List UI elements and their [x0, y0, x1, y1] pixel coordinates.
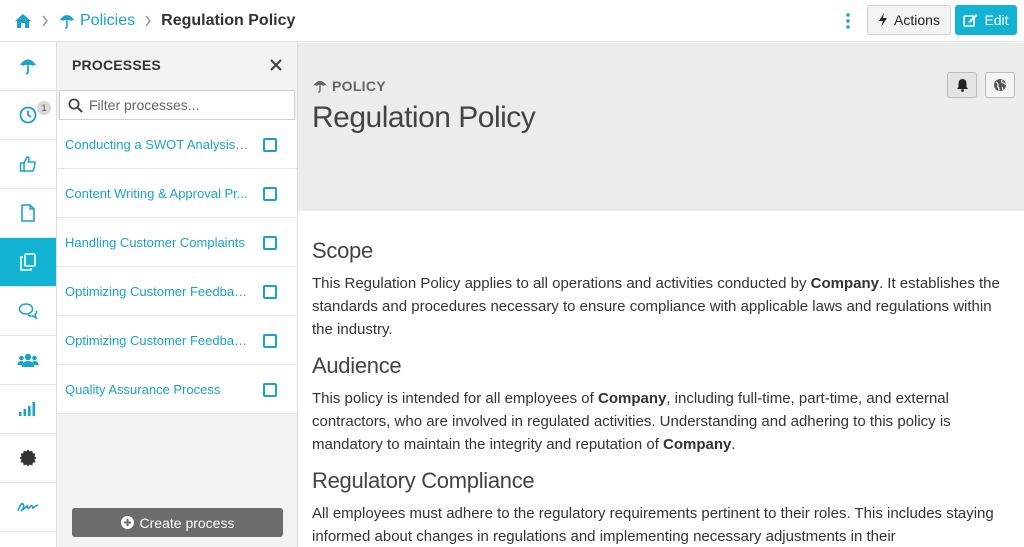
- signature-icon: [17, 500, 39, 514]
- breadcrumb-parent-label: Policies: [80, 11, 136, 29]
- chat-icon: [18, 302, 38, 320]
- publish-button[interactable]: [985, 72, 1015, 98]
- signal-icon: [18, 401, 38, 417]
- umbrella-icon: [312, 79, 328, 93]
- policy-kind-label: POLICY: [332, 78, 386, 94]
- home-icon[interactable]: [14, 12, 32, 30]
- section-heading-regulatory-compliance: Regulatory Compliance: [312, 468, 535, 493]
- policy-kind: POLICY: [312, 78, 386, 94]
- globe-icon: [993, 78, 1007, 92]
- company-name: Company: [663, 436, 732, 453]
- notification-badge: 1: [37, 101, 51, 115]
- edit-button-label: Edit: [984, 12, 1009, 28]
- file-icon: [21, 204, 35, 222]
- close-icon[interactable]: [269, 58, 283, 72]
- company-name: Company: [597, 390, 667, 407]
- processes-panel: PROCESSES Conducting a SWOT Analysis f..…: [57, 42, 298, 547]
- rail-item-analytics[interactable]: [0, 385, 56, 434]
- process-link[interactable]: Optimizing Customer Feedbac...: [65, 284, 249, 299]
- process-link[interactable]: Content Writing & Approval Pr...: [65, 186, 249, 201]
- rail-item-approvals[interactable]: [0, 140, 56, 189]
- policy-content: Scope This Regulation Policy applies to …: [312, 238, 1012, 547]
- bolt-icon: [878, 13, 888, 27]
- list-item[interactable]: Optimizing Customer Feedbac...: [57, 267, 297, 316]
- breadcrumb-current: Regulation Policy: [161, 11, 296, 29]
- process-checkbox[interactable]: [263, 138, 277, 152]
- plus-circle-icon: [120, 516, 134, 529]
- company-name: Company: [810, 275, 879, 292]
- actions-button-label: Actions: [894, 12, 940, 28]
- badge-icon: [19, 449, 37, 467]
- rail-item-certifications[interactable]: [0, 434, 56, 483]
- page-title: Regulation Policy: [312, 101, 536, 134]
- create-process-button[interactable]: Create process: [72, 508, 283, 537]
- section-paragraph-scope: This Regulation Policy applies to all op…: [312, 272, 1012, 341]
- process-link[interactable]: Quality Assurance Process: [65, 382, 249, 397]
- rail-item-history[interactable]: 1: [0, 91, 56, 140]
- left-rail: 1: [0, 42, 57, 547]
- copy-icon: [20, 253, 36, 271]
- process-checkbox[interactable]: [263, 285, 277, 299]
- process-checkbox[interactable]: [263, 334, 277, 348]
- list-item[interactable]: Conducting a SWOT Analysis f...: [57, 120, 297, 169]
- create-process-label: Create process: [139, 514, 235, 531]
- process-link[interactable]: Optimizing Customer Feedbac...: [65, 333, 249, 348]
- list-item[interactable]: Handling Customer Complaints: [57, 218, 297, 267]
- panel-header: PROCESSES: [57, 42, 297, 88]
- edit-icon: [963, 13, 978, 27]
- process-checkbox[interactable]: [263, 187, 277, 201]
- edit-button[interactable]: Edit: [955, 5, 1017, 35]
- filter-box: [59, 90, 295, 120]
- process-link[interactable]: Handling Customer Complaints: [65, 235, 249, 250]
- paragraph-text: .: [731, 436, 736, 453]
- list-item[interactable]: Content Writing & Approval Pr...: [57, 169, 297, 218]
- process-checkbox[interactable]: [263, 236, 277, 250]
- section-heading-scope: Scope: [312, 238, 373, 263]
- rail-item-policies[interactable]: [0, 42, 56, 91]
- actions-button[interactable]: Actions: [867, 5, 951, 35]
- process-link[interactable]: Conducting a SWOT Analysis f...: [65, 137, 249, 152]
- filter-processes-input[interactable]: [89, 97, 289, 113]
- section-heading-audience: Audience: [312, 353, 402, 378]
- rail-item-processes[interactable]: [0, 238, 56, 287]
- search-icon: [68, 98, 83, 113]
- bell-icon: [956, 78, 969, 92]
- umbrella-icon: [58, 13, 76, 29]
- process-checkbox[interactable]: [263, 383, 277, 397]
- paragraph-text: This Regulation Policy applies to all op…: [312, 275, 811, 292]
- chevron-right-icon: [41, 15, 49, 27]
- rail-item-signatures[interactable]: [0, 483, 56, 532]
- rail-item-comments[interactable]: [0, 287, 56, 336]
- paragraph-text: This policy is intended for all employee…: [312, 390, 598, 407]
- users-icon: [17, 352, 39, 368]
- clock-icon: [19, 106, 37, 124]
- notifications-button[interactable]: [947, 72, 977, 98]
- thumbs-up-icon: [19, 155, 37, 173]
- top-bar: Policies Regulation Policy Actions Edit: [0, 0, 1024, 42]
- policy-header: POLICY Regulation Policy: [298, 43, 1024, 211]
- chevron-right-icon: [144, 15, 152, 27]
- list-item[interactable]: Optimizing Customer Feedbac...: [57, 316, 297, 365]
- rail-item-people[interactable]: [0, 336, 56, 385]
- section-paragraph-audience: This policy is intended for all employee…: [312, 387, 1012, 456]
- umbrella-icon: [18, 57, 38, 75]
- process-list: Conducting a SWOT Analysis f... Content …: [57, 120, 297, 414]
- paragraph-text: All employees must adhere to the regulat…: [312, 505, 994, 545]
- breadcrumb-policies-link[interactable]: Policies: [58, 12, 135, 30]
- section-paragraph-regulatory-compliance: All employees must adhere to the regulat…: [312, 502, 1012, 547]
- kebab-menu-icon[interactable]: [842, 12, 854, 30]
- list-item[interactable]: Quality Assurance Process: [57, 365, 297, 414]
- panel-title: PROCESSES: [72, 57, 161, 73]
- rail-item-documents[interactable]: [0, 189, 56, 238]
